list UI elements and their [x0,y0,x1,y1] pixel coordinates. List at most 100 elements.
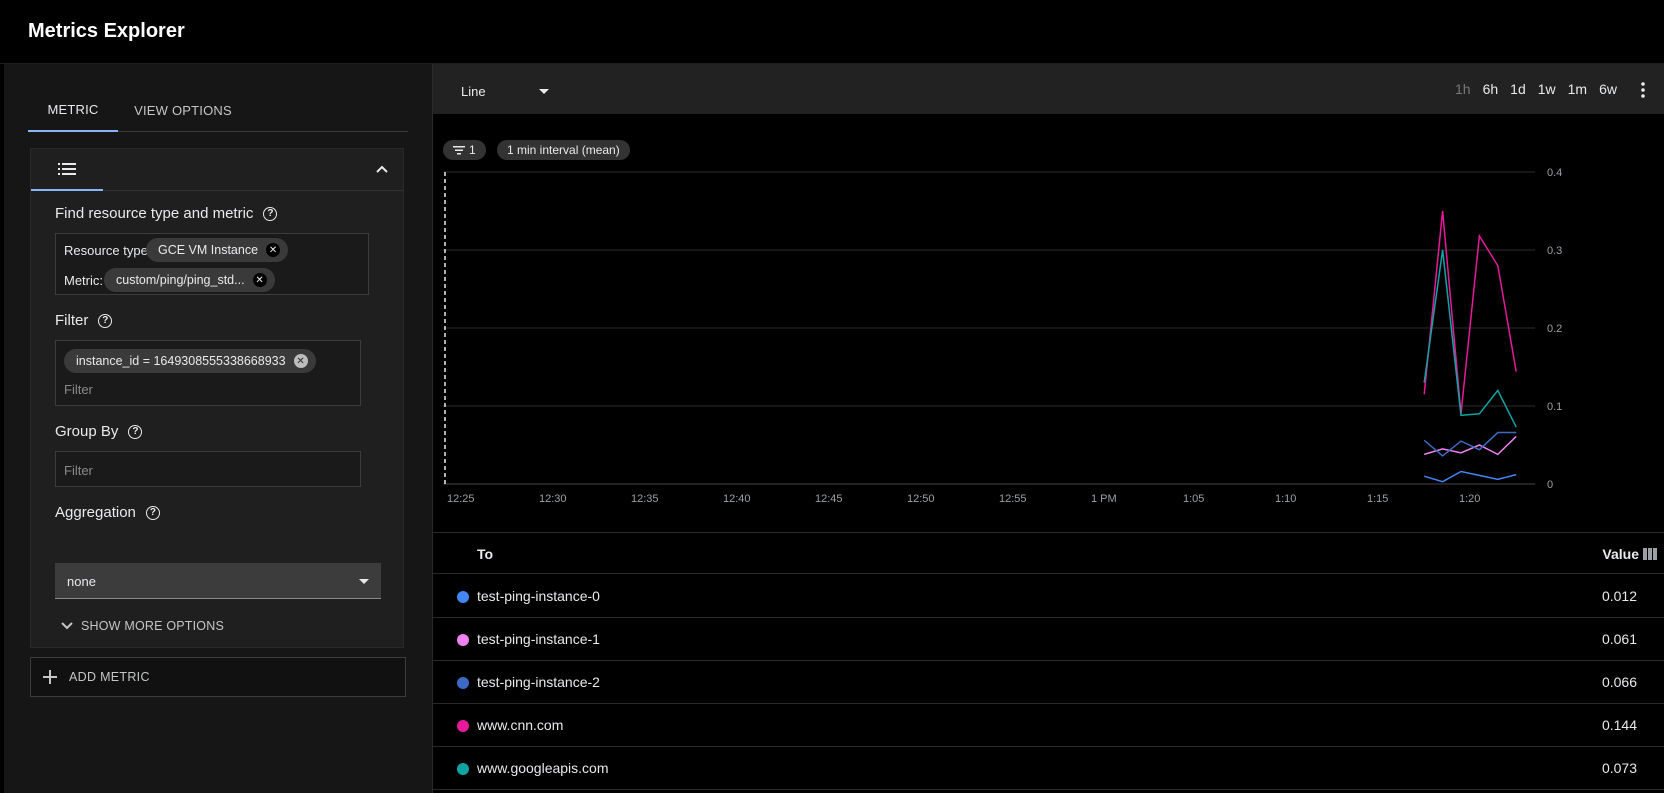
metric-label: Metric: [64,273,103,288]
legend-series-value: 0.073 [1601,760,1637,776]
legend-series-value: 0.066 [1601,674,1637,690]
legend-col-name[interactable]: To [477,546,493,562]
legend-series-name: test-ping-instance-0 [477,588,600,604]
series-line [1423,210,1517,414]
series-color-dot [457,720,469,732]
page-title: Metrics Explorer [28,20,185,42]
range-6h[interactable]: 6h [1483,81,1499,97]
x-tick-label: 1:05 [1183,493,1204,505]
series-color-dot [457,591,469,603]
y-tick-label: 0 [1547,479,1553,491]
legend-series-name: www.googleapis.com [477,760,609,776]
x-tick-label: 1:10 [1275,493,1296,505]
legend-series-name: www.cnn.com [477,717,564,733]
range-1w[interactable]: 1w [1538,81,1556,97]
metric-chip[interactable]: custom/ping/ping_std... ✕ [104,268,275,292]
x-tick-label: 1 PM [1091,493,1117,505]
filter-box[interactable]: instance_id = 1649308555338668933 ✕ Filt… [55,340,361,406]
range-1m[interactable]: 1m [1568,81,1587,97]
x-tick-label: 12:55 [999,493,1027,505]
tab-view-options[interactable]: VIEW OPTIONS [128,88,238,132]
top-app-bar: Metrics Explorer [0,0,1664,64]
plus-icon [43,670,57,684]
legend-series-name: test-ping-instance-1 [477,631,600,647]
chevron-up-icon[interactable] [375,162,389,176]
range-1h[interactable]: 1h [1455,81,1471,97]
resource-type-label: Resource type: [64,243,152,258]
x-tick-label: 12:35 [631,493,659,505]
aggregation-label: Aggregation ? [55,504,160,521]
legend-row[interactable]: test-ping-instance-1 0.061 [433,618,1664,661]
chart-toolbar: Line 1h 6h 1d 1w 1m 6w [433,64,1664,114]
editor-tabs: METRIC VIEW OPTIONS [28,88,408,132]
legend-series-value: 0.144 [1601,717,1637,733]
legend-row[interactable]: www.cnn.com 0.144 [433,704,1664,747]
legend-series-value: 0.061 [1601,631,1637,647]
query-editor-pane: METRIC VIEW OPTIONS Find resource type a… [4,64,432,793]
legend-series-value: 0.012 [1601,588,1637,604]
list-view-tab[interactable] [31,149,103,191]
series-line [1423,431,1517,457]
series-color-dot [457,763,469,775]
close-icon[interactable]: ✕ [293,354,308,368]
time-range-selector: 1h 6h 1d 1w 1m 6w [1455,81,1617,97]
resource-type-chip[interactable]: GCE VM Instance ✕ [146,238,289,262]
x-tick-label: 12:25 [447,493,475,505]
show-more-options-button[interactable]: SHOW MORE OPTIONS [61,619,224,633]
filter-label: Filter ? [55,312,113,329]
more-vert-icon[interactable] [1641,82,1645,98]
interval-pill[interactable]: 1 min interval (mean) [497,140,630,160]
filter-input[interactable]: Filter [64,382,93,397]
close-icon[interactable]: ✕ [252,273,267,287]
filter-count-pill[interactable]: 1 [443,140,486,160]
x-tick-label: 12:40 [723,493,751,505]
close-icon[interactable]: ✕ [266,243,281,257]
group-by-placeholder: Filter [64,463,93,478]
legend-row[interactable]: www.googleapis.com 0.073 [433,747,1664,790]
group-by-label: Group By ? [55,423,143,440]
add-metric-button[interactable]: ADD METRIC [30,657,406,697]
find-resource-label: Find resource type and metric ? [55,205,278,222]
line-chart[interactable]: 0 0.1 0.2 0.3 0.4 12:25 12:30 12:35 12:40 12:45 12… [433,164,1664,532]
help-icon[interactable]: ? [145,505,160,520]
y-tick-label: 0.3 [1547,245,1562,257]
series-color-dot [457,634,469,646]
x-tick-label: 12:30 [539,493,567,505]
legend-col-value[interactable]: Value [1602,546,1657,562]
tab-metric[interactable]: METRIC [28,88,118,132]
legend-row[interactable]: test-ping-instance-2 0.066 [433,661,1664,704]
aggregation-value: none [67,574,96,589]
chart-type-select[interactable]: Line [461,84,486,99]
help-icon[interactable]: ? [98,313,113,328]
y-tick-label: 0.2 [1547,323,1562,335]
caret-down-icon[interactable] [539,89,549,94]
x-tick-label: 12:45 [815,493,843,505]
chart-pane: Line 1h 6h 1d 1w 1m 6w 1 1 min interval … [432,64,1664,793]
group-by-input[interactable]: Filter [55,451,361,487]
chevron-down-icon [61,622,73,630]
columns-icon[interactable] [1643,548,1657,560]
help-icon[interactable]: ? [263,206,278,221]
legend-row[interactable]: test-ping-instance-0 0.012 [433,575,1664,618]
range-1d[interactable]: 1d [1510,81,1526,97]
filter-chip[interactable]: instance_id = 1649308555338668933 ✕ [64,349,316,373]
x-tick-label: 1:15 [1367,493,1388,505]
help-icon[interactable]: ? [128,424,143,439]
list-icon [58,163,76,175]
metric-query-card: Find resource type and metric ? Resource… [30,148,404,648]
series-line [1423,470,1517,483]
caret-down-icon [359,579,369,584]
series-line [1423,249,1517,428]
series-color-dot [457,677,469,689]
x-tick-label: 12:50 [907,493,935,505]
legend-series-name: test-ping-instance-2 [477,674,600,690]
aggregation-select[interactable]: none [55,563,381,599]
filter-icon [453,146,465,155]
legend-header: To Value [433,532,1664,574]
card-header [31,149,403,191]
y-tick-label: 0.4 [1547,167,1562,179]
x-tick-label: 1:20 [1459,493,1480,505]
y-tick-label: 0.1 [1547,401,1562,413]
resource-metric-selector[interactable]: Resource type: GCE VM Instance ✕ Metric:… [55,233,369,295]
range-6w[interactable]: 6w [1599,81,1617,97]
